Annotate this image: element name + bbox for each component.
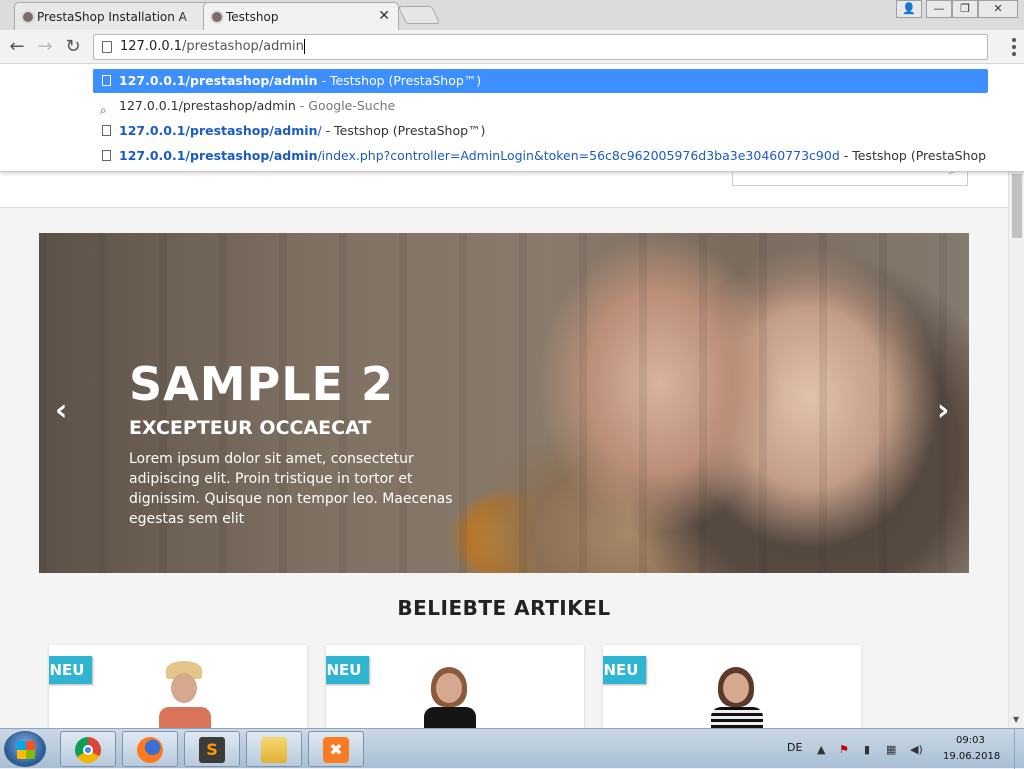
suggestion-item[interactable]: ⌕ 127.0.0.1/prestashop/admin - Google-Su… xyxy=(93,94,988,118)
show-desktop-button[interactable] xyxy=(1014,729,1024,769)
suggestion-sep: - xyxy=(317,73,330,88)
model-torso xyxy=(424,707,476,728)
taskbar-sublime[interactable]: S xyxy=(184,731,240,767)
model-torso xyxy=(711,707,763,728)
taskbar-firefox[interactable] xyxy=(122,731,178,767)
explorer-icon xyxy=(261,737,287,763)
model-head xyxy=(436,673,462,703)
model-torso xyxy=(159,707,211,728)
clock-time[interactable]: 09:03 xyxy=(956,735,985,746)
omnibox-suggestions: 127.0.0.1/prestashop/admin - Testshop (P… xyxy=(0,64,1024,172)
volume-icon[interactable]: ◀) xyxy=(910,743,923,756)
clock-date[interactable]: 19.06.2018 xyxy=(943,751,1000,762)
slide-subtitle: EXCEPTEUR OCCAECAT xyxy=(129,417,372,439)
prestashop-favicon-icon xyxy=(21,10,35,24)
tab-testshop[interactable]: Testshop ✕ xyxy=(203,2,399,30)
battery-icon[interactable]: ▮ xyxy=(864,743,870,756)
new-badge: NEU xyxy=(326,656,369,684)
page-icon xyxy=(102,75,111,86)
suggestion-item[interactable]: 127.0.0.1/prestashop/admin/index.php?con… xyxy=(93,144,988,168)
firefox-icon xyxy=(137,737,163,763)
reload-button[interactable]: ↻ xyxy=(62,36,84,57)
restore-button[interactable]: ❐ xyxy=(952,0,978,18)
taskbar-xampp[interactable]: ✖ xyxy=(308,731,364,767)
scrollbar-thumb[interactable] xyxy=(1012,174,1022,238)
suggestion-item[interactable]: 127.0.0.1/prestashop/admin/ - Testshop (… xyxy=(93,119,988,143)
browser-tab-strip: PrestaShop Installation A Testshop ✕ 👤 —… xyxy=(0,0,1024,30)
close-window-button[interactable]: ✕ xyxy=(978,0,1018,18)
back-button[interactable]: ← xyxy=(6,36,28,57)
text-caret xyxy=(303,39,305,54)
suggestion-url-bold: 127.0.0.1/prestashop/admin xyxy=(119,73,318,88)
suggestion-title: Google-Suche xyxy=(308,98,396,113)
suggestion-title: Testshop (PrestaShop™) xyxy=(329,73,482,88)
tab-title: PrestaShop Installation A xyxy=(37,9,187,24)
suggestion-query: 127.0.0.1/prestashop/admin xyxy=(119,98,296,113)
prestashop-favicon-icon xyxy=(210,10,224,24)
chrome-icon xyxy=(75,737,101,763)
taskbar-explorer[interactable] xyxy=(246,731,302,767)
slider-prev-icon[interactable]: ‹ xyxy=(55,393,67,428)
product-image[interactable] xyxy=(420,661,480,728)
model-head xyxy=(723,673,749,703)
page-icon xyxy=(102,150,111,161)
page-icon xyxy=(102,41,112,53)
tab-title: Testshop xyxy=(226,9,279,24)
new-tab-button[interactable] xyxy=(397,6,441,24)
suggestion-sep: - xyxy=(295,98,309,113)
language-indicator[interactable]: DE xyxy=(787,741,802,754)
suggestion-url-bold: 127.0.0.1/prestashop/admin xyxy=(119,123,318,138)
suggestion-item[interactable]: 127.0.0.1/prestashop/admin - Testshop (P… xyxy=(93,69,988,93)
search-icon: ⌕ xyxy=(100,103,107,117)
close-tab-icon[interactable]: ✕ xyxy=(378,8,390,24)
new-badge: NEU xyxy=(49,656,92,684)
product-image[interactable] xyxy=(707,661,767,728)
suggestion-title: Testshop (PrestaShop™) xyxy=(334,123,486,138)
model-head xyxy=(171,673,197,703)
start-button[interactable] xyxy=(4,731,46,767)
forward-button[interactable]: → xyxy=(34,36,56,57)
product-card[interactable]: NEU xyxy=(326,645,584,728)
address-bar[interactable]: 127.0.0.1/prestashop/admin xyxy=(93,34,988,60)
browser-toolbar: ← → ↻ 127.0.0.1/prestashop/admin xyxy=(0,30,1024,64)
product-card[interactable]: NEU xyxy=(603,645,861,728)
slider-next-icon[interactable]: › xyxy=(937,393,949,428)
suggestion-sep: - xyxy=(839,148,853,163)
image-slider[interactable]: ‹ › SAMPLE 2 EXCEPTEUR OCCAECAT Lorem ip… xyxy=(39,233,969,573)
sublime-icon: S xyxy=(199,737,225,763)
product-image[interactable] xyxy=(155,661,215,728)
minimize-button[interactable]: — xyxy=(926,0,952,18)
scroll-down-icon[interactable]: ▼ xyxy=(1013,715,1019,724)
suggestion-url-rest: /index.php?controller=AdminLogin&token=5… xyxy=(317,148,840,163)
section-title: BELIEBTE ARTIKEL xyxy=(397,596,611,620)
show-hidden-icons-icon[interactable]: ▲ xyxy=(817,743,825,756)
slide-text: Lorem ipsum dolor sit amet, consectetur … xyxy=(129,451,453,527)
tab-prestashop-installation[interactable]: PrestaShop Installation A xyxy=(14,2,210,30)
address-path: /prestashop/admin xyxy=(182,39,304,54)
windows-logo-icon xyxy=(17,741,35,759)
action-center-icon[interactable]: ⚑ xyxy=(839,743,849,756)
new-badge: NEU xyxy=(603,656,646,684)
browser-menu-icon[interactable] xyxy=(1012,38,1016,56)
suggestion-sep: - xyxy=(321,123,335,138)
network-icon[interactable]: ▦ xyxy=(886,743,896,756)
windows-taskbar: S ✖ DE ▲ ⚑ ▮ ▦ ◀) 09:03 19.06.2018 xyxy=(0,728,1024,769)
slide-title: SAMPLE 2 xyxy=(129,357,394,411)
page-icon xyxy=(102,125,111,136)
product-card[interactable]: NEU xyxy=(49,645,307,728)
taskbar-chrome[interactable] xyxy=(60,731,116,767)
suggestion-url-bold: 127.0.0.1/prestashop/admin xyxy=(119,148,318,163)
suggestion-title: Testshop (PrestaShop™) xyxy=(852,148,988,163)
address-host: 127.0.0.1 xyxy=(120,39,183,54)
xampp-icon: ✖ xyxy=(323,737,349,763)
user-profile-button[interactable]: 👤 xyxy=(896,0,922,18)
page-scrollbar[interactable]: ▼ xyxy=(1008,172,1024,728)
